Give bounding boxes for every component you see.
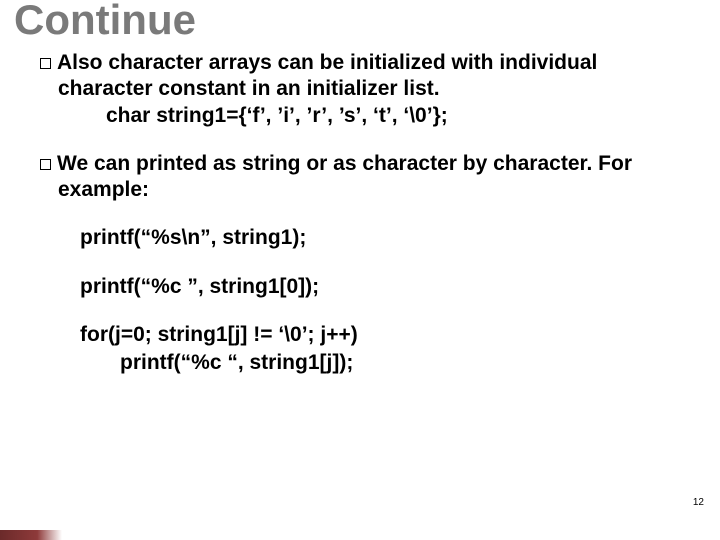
accent-bar — [0, 530, 62, 540]
code-line: printf(“%s\n”, string1); — [40, 225, 680, 251]
code-block-1: printf(“%s\n”, string1); — [40, 225, 680, 251]
p1-lead: Also — [57, 51, 108, 74]
code-block-3: for(j=0; string1[j] != ‘\0’; j++) printf… — [40, 322, 680, 377]
p2-lead: We — [57, 152, 94, 175]
code-block-2: printf(“%c ”, string1[0]); — [40, 274, 680, 300]
bullet-square-icon — [40, 58, 51, 69]
code-line: printf(“%c ”, string1[0]); — [40, 274, 680, 300]
page-number: 12 — [693, 497, 704, 508]
p1-rest: character arrays can be initialized with… — [58, 51, 597, 100]
p1-code-line: char string1={‘f’, ’i’, ’r’, ’s’, ‘t’, ‘… — [58, 103, 680, 129]
slide-title: Continue — [14, 0, 196, 44]
p2-rest: can printed as string or as character by… — [58, 152, 632, 201]
code-line: printf(“%c “, string1[j]); — [40, 350, 680, 376]
bullet-paragraph-2: We can printed as string or as character… — [40, 151, 680, 204]
slide-body: Also character arrays can be initialized… — [40, 50, 680, 398]
bullet-paragraph-1: Also character arrays can be initialized… — [40, 50, 680, 129]
bullet-square-icon — [40, 159, 51, 170]
code-line: for(j=0; string1[j] != ‘\0’; j++) — [40, 322, 680, 348]
slide: Continue Also character arrays can be in… — [0, 0, 720, 540]
